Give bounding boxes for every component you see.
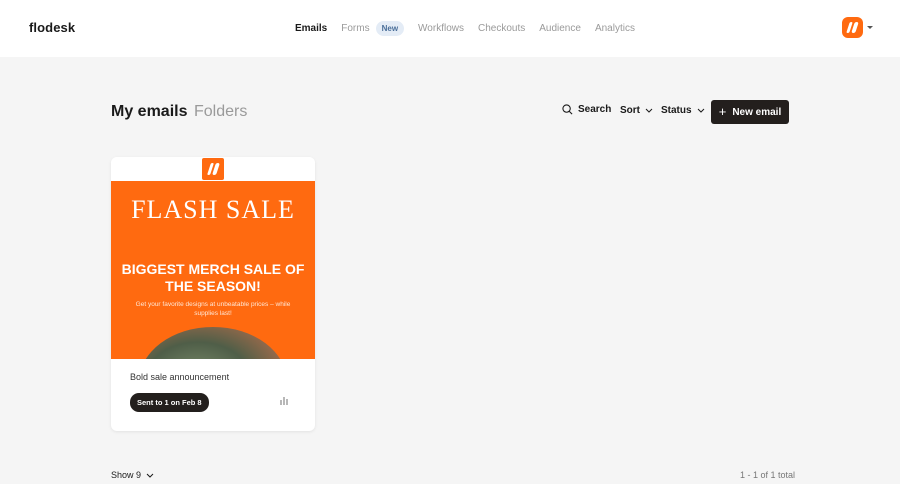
nav-forms-group: Forms New bbox=[341, 21, 405, 36]
status-badge: Sent to 1 on Feb 8 bbox=[130, 393, 209, 412]
main-nav: Emails Forms New Workflows Checkouts Aud… bbox=[295, 21, 649, 36]
page-size-label: Show 9 bbox=[111, 470, 142, 480]
avatar[interactable] bbox=[842, 17, 863, 38]
flodesk-mark-icon bbox=[202, 158, 224, 180]
nav-checkouts[interactable]: Checkouts bbox=[478, 23, 525, 34]
sort-dropdown[interactable]: Sort bbox=[620, 105, 653, 116]
new-email-label: New email bbox=[732, 106, 782, 118]
preview-body: Get your favorite designs at unbeatable … bbox=[135, 301, 291, 317]
search-button[interactable]: Search bbox=[562, 104, 611, 115]
sort-label: Sort bbox=[620, 105, 640, 116]
card-title: Bold sale announcement bbox=[130, 372, 230, 382]
chevron-down-icon bbox=[697, 108, 704, 113]
top-bar: flodesk Emails Forms New Workflows Check… bbox=[0, 0, 900, 57]
nav-audience[interactable]: Audience bbox=[539, 23, 581, 34]
chevron-down-icon bbox=[645, 108, 653, 113]
status-label: Status bbox=[661, 105, 692, 116]
preview-subheadline: BIGGEST MERCH SALE OF THE SEASON! bbox=[121, 261, 305, 294]
caret-down-icon bbox=[867, 26, 873, 29]
search-label: Search bbox=[578, 104, 612, 115]
new-email-button[interactable]: + New email bbox=[711, 100, 789, 124]
pagination-total: 1 - 1 of 1 total bbox=[740, 470, 796, 480]
search-icon bbox=[562, 104, 573, 115]
status-dropdown[interactable]: Status bbox=[661, 105, 705, 116]
preview-photo bbox=[139, 327, 287, 359]
bar-chart-icon[interactable] bbox=[280, 395, 290, 405]
email-card[interactable]: FLASH SALE BIGGEST MERCH SALE OF THE SEA… bbox=[111, 157, 315, 431]
nav-workflows[interactable]: Workflows bbox=[418, 23, 464, 34]
account-menu[interactable] bbox=[842, 17, 873, 38]
new-badge: New bbox=[375, 21, 405, 36]
page-size-dropdown[interactable]: Show 9 bbox=[111, 470, 154, 480]
chevron-down-icon bbox=[146, 473, 154, 478]
card-preview-header bbox=[111, 157, 315, 181]
nav-emails[interactable]: Emails bbox=[295, 23, 327, 34]
plus-icon: + bbox=[718, 104, 727, 119]
preview-headline: FLASH SALE bbox=[131, 195, 295, 224]
tab-folders[interactable]: Folders bbox=[194, 103, 247, 121]
app-logo[interactable]: flodesk bbox=[29, 20, 75, 35]
nav-analytics[interactable]: Analytics bbox=[595, 23, 635, 34]
tab-my-emails[interactable]: My emails bbox=[111, 103, 187, 121]
card-preview: FLASH SALE BIGGEST MERCH SALE OF THE SEA… bbox=[111, 181, 315, 359]
nav-forms[interactable]: Forms bbox=[341, 23, 369, 34]
